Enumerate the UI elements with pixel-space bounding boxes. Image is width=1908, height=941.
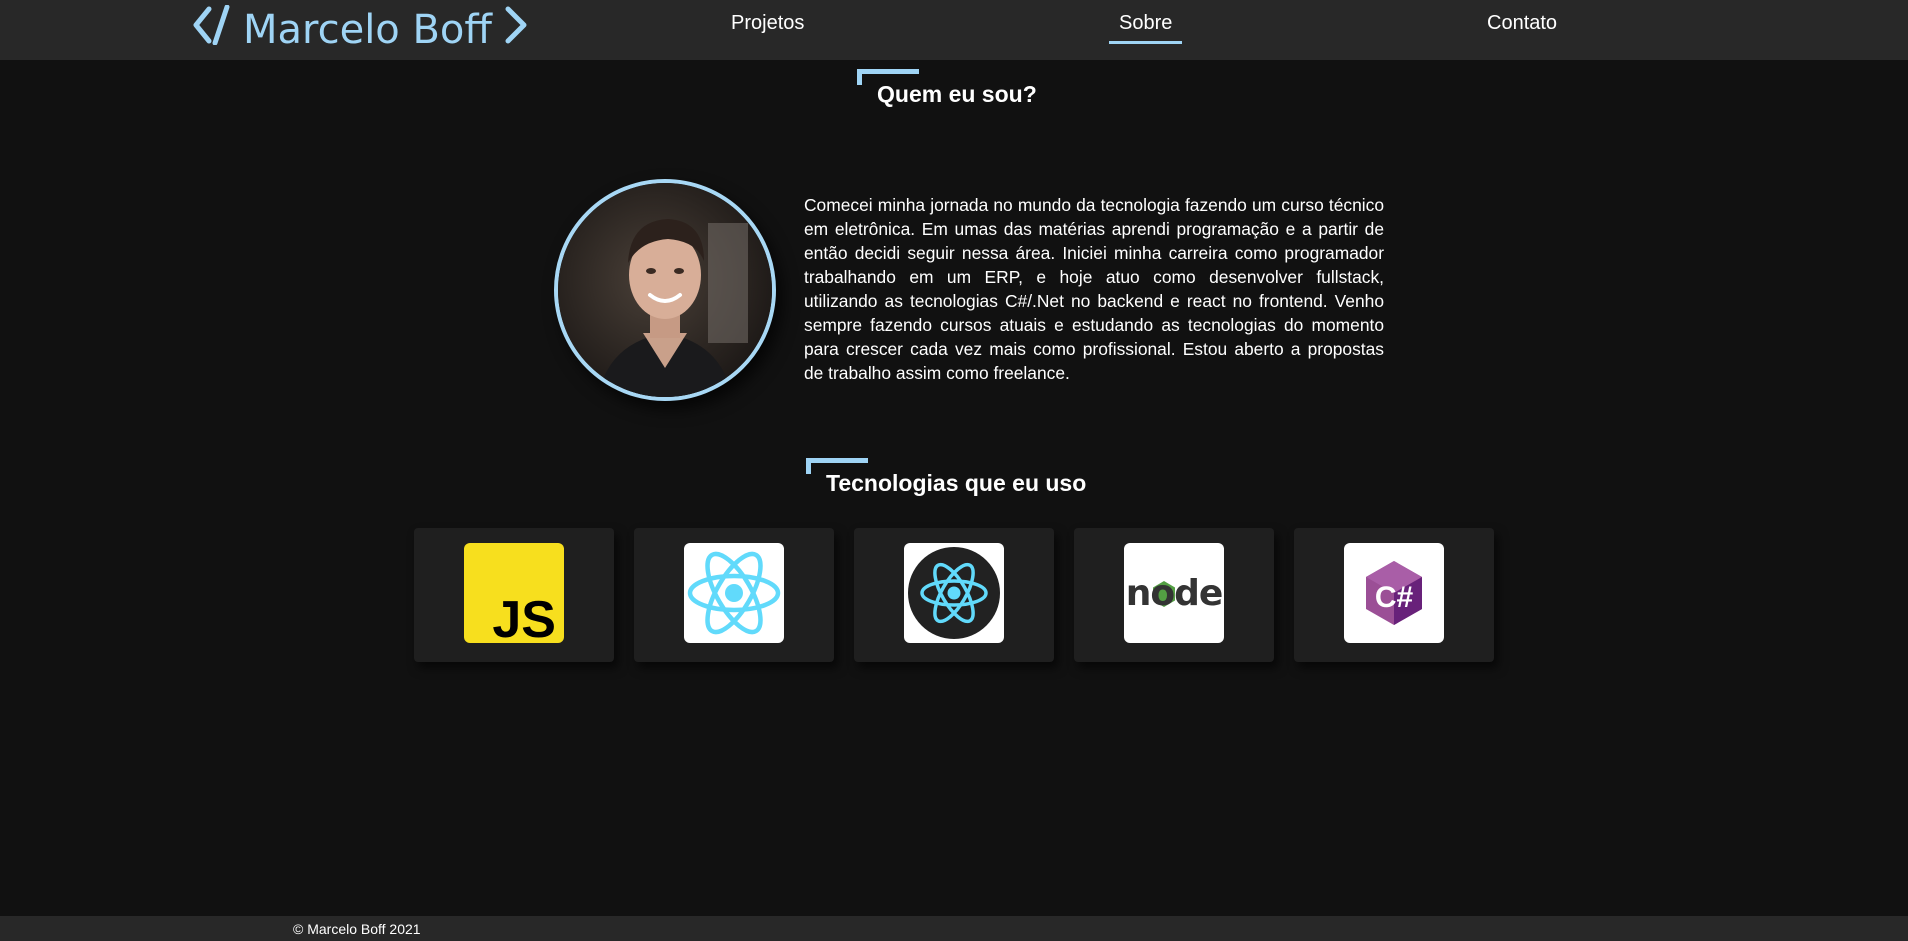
tech-card-javascript: JS	[414, 528, 614, 662]
tech-card-nodejs: node	[1074, 528, 1274, 662]
brand-name: Marcelo Boff	[243, 7, 492, 53]
tech-heading: Tecnologias que eu uso	[826, 470, 1087, 496]
nodejs-icon: node	[1124, 543, 1224, 643]
profile-avatar	[554, 179, 776, 401]
navbar: Marcelo Boff Projetos Sobre Contato	[0, 0, 1908, 60]
code-close-bracket-icon	[502, 5, 530, 55]
javascript-icon: JS	[464, 543, 564, 643]
csharp-icon: C#	[1344, 543, 1444, 643]
code-open-bracket-icon	[193, 4, 235, 55]
nav-link-contato[interactable]: Contato	[1487, 12, 1557, 41]
csharp-logo-text: C#	[1375, 581, 1414, 614]
react-native-icon	[904, 543, 1004, 643]
react-icon	[684, 543, 784, 643]
tech-card-react	[634, 528, 834, 662]
brand-logo[interactable]: Marcelo Boff	[193, 4, 530, 55]
nav-link-sobre[interactable]: Sobre	[1109, 12, 1183, 44]
tech-card-csharp: C#	[1294, 528, 1494, 662]
nodejs-logo-text: node	[1126, 573, 1223, 614]
about-heading: Quem eu sou?	[877, 81, 1037, 107]
about-description: Comecei minha jornada no mundo da tecnol…	[804, 195, 1384, 383]
tech-card-react-native	[854, 528, 1054, 662]
footer: © Marcelo Boff 2021	[0, 916, 1908, 941]
nav-link-projetos[interactable]: Projetos	[731, 12, 804, 41]
javascript-logo-text: JS	[492, 591, 556, 643]
footer-copyright: © Marcelo Boff 2021	[293, 921, 421, 937]
